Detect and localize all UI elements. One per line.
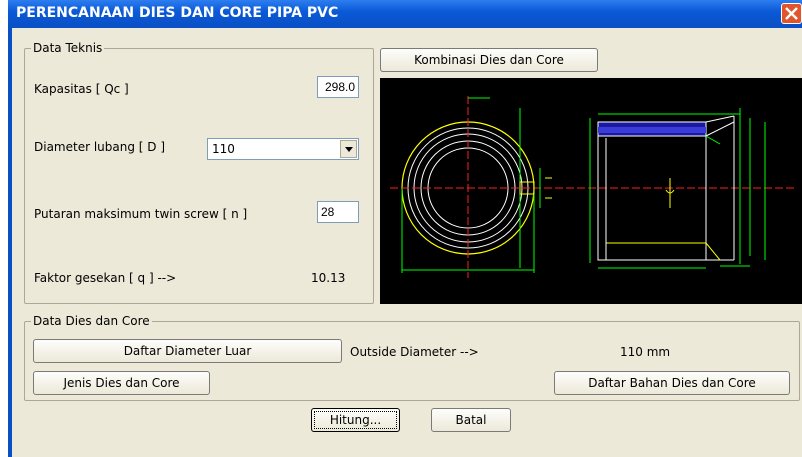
data-dies-legend: Data Dies dan Core: [31, 314, 152, 328]
outside-diameter-label: Outside Diameter -->: [350, 345, 479, 359]
window-title: PERENCANAAN DIES DAN CORE PIPA PVC: [16, 5, 339, 21]
daftar-diameter-button[interactable]: Daftar Diameter Luar: [33, 339, 342, 363]
kombinasi-button[interactable]: Kombinasi Dies dan Core: [380, 48, 598, 72]
diameter-select[interactable]: 110: [207, 138, 359, 160]
diameter-label: Diameter lubang [ D ]: [34, 140, 166, 154]
daftar-bahan-button[interactable]: Daftar Bahan Dies dan Core: [554, 371, 790, 395]
faktor-value: 10.13: [311, 271, 346, 285]
batal-button[interactable]: Batal: [431, 408, 511, 432]
dies-core-drawing: [390, 96, 795, 278]
faktor-label: Faktor gesekan [ q ] -->: [34, 271, 177, 285]
hitung-button[interactable]: Hitung...: [311, 408, 400, 432]
jenis-dies-button-label: Jenis Dies dan Core: [63, 376, 180, 390]
window-border: [8, 28, 12, 457]
hitung-button-label: Hitung...: [329, 413, 382, 427]
jenis-dies-button[interactable]: Jenis Dies dan Core: [33, 371, 210, 395]
batal-button-label: Batal: [455, 413, 487, 427]
kapasitas-input[interactable]: [317, 76, 359, 98]
daftar-diameter-button-label: Daftar Diameter Luar: [123, 344, 252, 358]
title-bar[interactable]: PERENCANAAN DIES DAN CORE PIPA PVC: [8, 0, 802, 28]
diameter-selected-value: 110: [212, 142, 235, 156]
kapasitas-label: Kapasitas [ Qc ]: [34, 82, 129, 96]
daftar-bahan-button-label: Daftar Bahan Dies dan Core: [588, 376, 756, 390]
technical-drawing: [380, 78, 802, 304]
data-teknis-legend: Data Teknis: [31, 41, 105, 55]
chevron-down-icon: [345, 147, 353, 152]
dropdown-button[interactable]: [340, 140, 357, 158]
close-icon: [785, 7, 798, 20]
close-button[interactable]: [781, 3, 802, 24]
putaran-input[interactable]: [317, 201, 359, 223]
putaran-label: Putaran maksimum twin screw [ n ]: [34, 207, 248, 221]
kombinasi-button-label: Kombinasi Dies dan Core: [414, 53, 564, 67]
outside-diameter-value: 110 mm: [620, 345, 671, 359]
